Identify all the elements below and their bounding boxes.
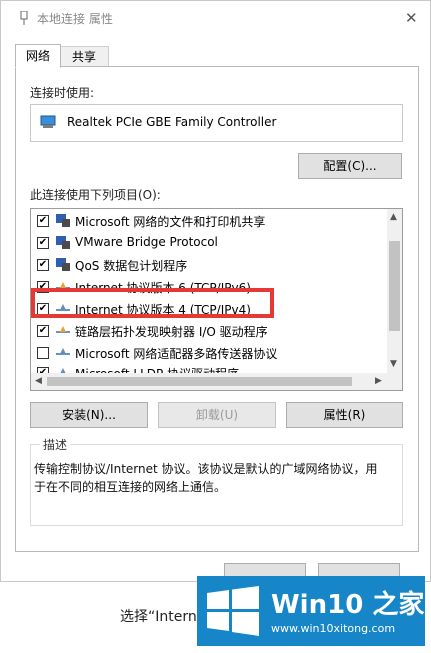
item-label: QoS 数据包计划程序 <box>75 259 188 273</box>
network-client-icon <box>56 214 70 227</box>
items-label: 此连接使用下列项目(O): <box>30 188 161 202</box>
item-label: Microsoft 网络适配器多路传送器协议 <box>75 347 278 361</box>
properties-button[interactable]: 属性(R) <box>286 402 403 428</box>
watermark-brand: Win10 之家 <box>271 590 425 620</box>
description-line: 于在不同的相互连接的网络上通信。 <box>34 480 227 494</box>
checkbox[interactable] <box>37 347 49 359</box>
protocol-icon <box>56 326 70 333</box>
adapter-name: Realtek PCIe GBE Family Controller <box>67 115 277 129</box>
item-label: Microsoft 网络的文件和打印机共享 <box>75 215 266 229</box>
network-adapter-icon <box>20 11 28 25</box>
list-item[interactable]: ✔ QoS 数据包计划程序 <box>31 254 387 276</box>
scroll-up-icon[interactable]: ▲ <box>390 212 397 222</box>
title-bar: 本地连接 属性 ✕ <box>1 1 430 35</box>
highlight-box <box>31 288 274 318</box>
window-title: 本地连接 属性 <box>37 12 113 26</box>
scroll-thumb[interactable] <box>47 377 352 386</box>
vertical-scrollbar[interactable]: ▲ ▼ <box>387 209 402 373</box>
checkbox[interactable]: ✔ <box>37 237 49 249</box>
network-card-icon <box>40 115 56 128</box>
checkbox[interactable]: ✔ <box>37 259 49 271</box>
watermark-badge: Win10 之家 www.win10xitong.com <box>197 576 425 646</box>
caption-text: 选择“Interne <box>120 609 206 625</box>
scroll-left-icon[interactable]: ◀ <box>35 376 42 386</box>
configure-button[interactable]: 配置(C)... <box>298 153 402 179</box>
network-client-icon <box>56 236 70 249</box>
tab-sharing[interactable]: 共享 <box>59 46 109 67</box>
item-label: 链路层拓扑发现映射器 I/O 驱动程序 <box>75 325 268 339</box>
adapter-field: Realtek PCIe GBE Family Controller <box>30 104 403 142</box>
scroll-down-icon[interactable]: ▼ <box>390 359 397 369</box>
list-item[interactable]: ✔ Microsoft 网络的文件和打印机共享 <box>31 210 387 232</box>
uninstall-button[interactable]: 卸载(U) <box>158 402 276 428</box>
watermark-url: www.win10xitong.com <box>271 622 396 635</box>
network-client-icon <box>56 258 70 271</box>
horizontal-scrollbar[interactable]: ◀ ▶ <box>31 373 402 390</box>
connect-using-label: 连接时使用: <box>30 86 95 100</box>
list-item[interactable]: Microsoft 网络适配器多路传送器协议 <box>31 342 387 364</box>
tab-network[interactable]: 网络 <box>15 44 61 68</box>
checkbox[interactable]: ✔ <box>37 215 49 227</box>
description-title: 描述 <box>40 436 71 453</box>
scroll-right-icon[interactable]: ▶ <box>375 376 382 386</box>
scroll-thumb[interactable] <box>389 241 400 331</box>
description-text: 传输控制协议/Internet 协议。该协议是默认的广域网络协议，用 于在不同的… <box>34 460 394 496</box>
close-icon[interactable]: ✕ <box>405 9 418 27</box>
windows-logo-icon <box>207 586 259 636</box>
install-button[interactable]: 安装(N)... <box>30 402 148 428</box>
list-item[interactable]: ✔ VMware Bridge Protocol <box>31 232 387 254</box>
description-line: 传输控制协议/Internet 协议。该协议是默认的广域网络协议，用 <box>34 462 378 476</box>
checkbox[interactable]: ✔ <box>37 325 49 337</box>
list-item[interactable]: ✔ 链路层拓扑发现映射器 I/O 驱动程序 <box>31 320 387 342</box>
item-label: VMware Bridge Protocol <box>75 235 218 249</box>
protocol-icon <box>56 348 70 355</box>
